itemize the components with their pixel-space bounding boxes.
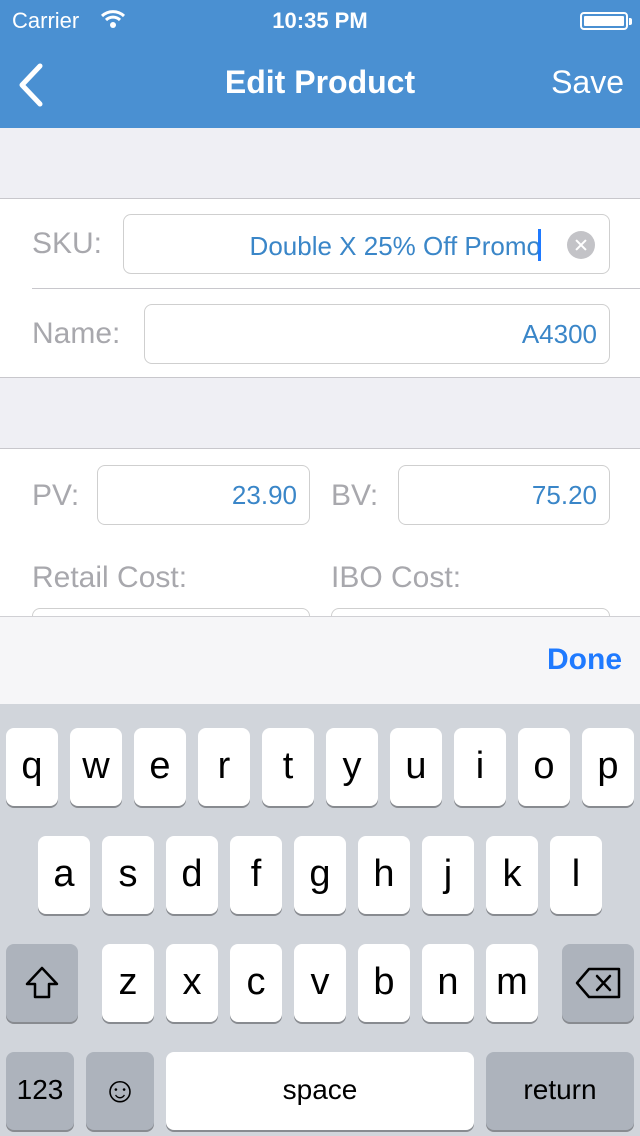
key-q[interactable]: q [6,728,58,806]
key-h[interactable]: h [358,836,410,914]
key-l[interactable]: l [550,836,602,914]
key-i[interactable]: i [454,728,506,806]
key-s[interactable]: s [102,836,154,914]
screen: Carrier 10:35 PM Edit Product Save SKU: … [0,0,640,1136]
pricing-section: PV: 23.90 BV: 75.20 Retail Cost: IBO Cos… [0,448,640,668]
name-value: A4300 [521,319,597,349]
keyboard-accessory-bar: Done [0,616,640,704]
shift-key[interactable] [6,944,78,1022]
key-k[interactable]: k [486,836,538,914]
key-c[interactable]: c [230,944,282,1022]
product-info-section: SKU: Double X 25% Off Promo Name: A4300 [0,198,640,378]
key-n[interactable]: n [422,944,474,1022]
return-key[interactable]: return [486,1052,634,1130]
bv-value: 75.20 [531,480,597,510]
retail-cost-label: Retail Cost: [32,561,188,594]
key-e[interactable]: e [134,728,186,806]
key-b[interactable]: b [358,944,410,1022]
text-cursor [538,229,541,261]
key-f[interactable]: f [230,836,282,914]
sku-value: Double X 25% Off Promo [249,231,541,261]
numbers-key[interactable]: 123 [6,1052,74,1130]
space-key[interactable]: space [166,1052,474,1130]
key-x[interactable]: x [166,944,218,1022]
sku-field[interactable]: Double X 25% Off Promo [123,214,610,274]
backspace-icon [575,967,621,999]
key-w[interactable]: w [70,728,122,806]
key-a[interactable]: a [38,836,90,914]
key-p[interactable]: p [582,728,634,806]
emoji-key-icon[interactable]: ☺ [86,1052,154,1130]
ibo-cost-label: IBO Cost: [331,561,462,594]
sku-label: SKU: [32,227,103,260]
key-y[interactable]: y [326,728,378,806]
delete-key[interactable] [562,944,634,1022]
battery-icon [580,12,632,30]
shift-arrow-icon [25,966,59,999]
keyboard: q w e r t y u i o p a s d f g h j k l z … [0,704,640,1136]
clear-text-icon[interactable] [567,231,595,259]
pv-label: PV: [32,479,80,512]
key-j[interactable]: j [422,836,474,914]
key-v[interactable]: v [294,944,346,1022]
key-t[interactable]: t [262,728,314,806]
row-divider [32,288,640,289]
pv-value: 23.90 [231,480,297,510]
key-u[interactable]: u [390,728,442,806]
key-o[interactable]: o [518,728,570,806]
name-field[interactable]: A4300 [144,304,610,364]
page-title: Edit Product [224,64,416,100]
key-r[interactable]: r [198,728,250,806]
pv-field[interactable]: 23.90 [97,465,310,525]
key-g[interactable]: g [294,836,346,914]
navigation-bar: Carrier 10:35 PM Edit Product Save [0,0,640,128]
name-label: Name: [32,317,121,350]
bv-field[interactable]: 75.20 [398,465,610,525]
key-d[interactable]: d [166,836,218,914]
done-button[interactable]: Done [547,643,622,677]
bv-label: BV: [331,479,379,512]
key-m[interactable]: m [486,944,538,1022]
status-time: 10:35 PM [272,8,368,33]
save-button[interactable]: Save [551,64,624,101]
key-z[interactable]: z [102,944,154,1022]
status-bar: Carrier 10:35 PM [0,0,640,40]
